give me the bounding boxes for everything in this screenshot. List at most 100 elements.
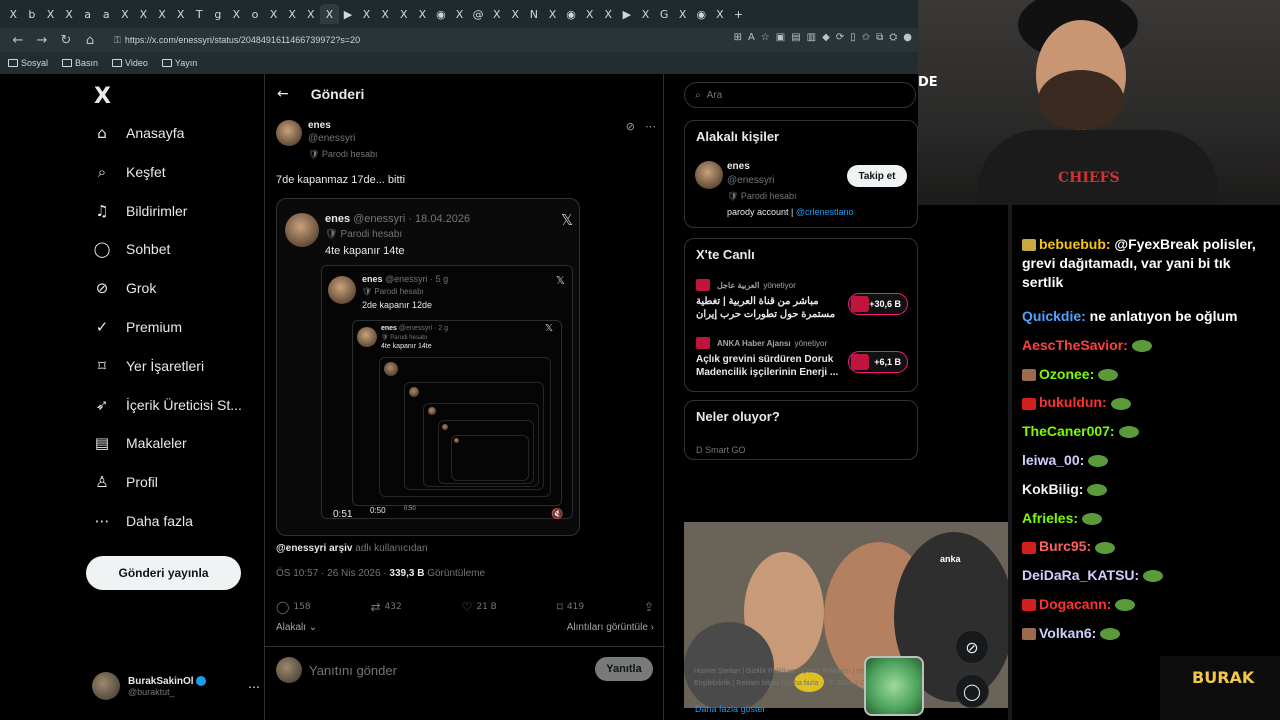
browser-tab[interactable]: X bbox=[41, 4, 60, 24]
browser-tab[interactable]: a bbox=[78, 4, 97, 24]
browser-tab[interactable]: o bbox=[246, 4, 265, 24]
extension-icon[interactable]: ▣ bbox=[776, 32, 785, 43]
browser-tab[interactable]: X bbox=[320, 4, 339, 24]
avatar[interactable] bbox=[276, 120, 302, 146]
bio-link[interactable]: @crlenestlano bbox=[796, 207, 854, 217]
grok-icon[interactable]: ⊘ bbox=[626, 120, 635, 133]
browser-tab[interactable]: X bbox=[543, 4, 562, 24]
browser-tab[interactable]: X bbox=[60, 4, 79, 24]
reply-button[interactable]: Yanıtla bbox=[595, 657, 653, 681]
browser-tab[interactable]: X bbox=[134, 4, 153, 24]
bookmark-folder[interactable]: Yayın bbox=[161, 58, 197, 68]
split-screen-icon[interactable]: ▯ bbox=[850, 32, 856, 43]
chat-username[interactable]: Volkan6: bbox=[1039, 625, 1096, 641]
browser-tab[interactable]: X bbox=[376, 4, 395, 24]
nav-item-grok[interactable]: ⊘ Grok bbox=[92, 279, 157, 297]
chat-username[interactable]: AescTheSavior: bbox=[1022, 337, 1128, 353]
chat-username[interactable]: Dogacann: bbox=[1039, 596, 1111, 612]
grok-float-icon[interactable]: ⊘ bbox=[955, 630, 989, 664]
new-tab-button[interactable]: + bbox=[729, 4, 748, 24]
browser-tab[interactable]: ▶ bbox=[618, 4, 637, 24]
browser-tab[interactable]: X bbox=[636, 4, 655, 24]
x-logo[interactable]: X bbox=[94, 84, 111, 109]
browser-tab[interactable]: X bbox=[413, 4, 432, 24]
browser-tab[interactable]: X bbox=[116, 4, 135, 24]
search-box[interactable]: ⌕ Ara bbox=[684, 82, 916, 108]
extension-icon[interactable]: ⟳ bbox=[836, 32, 844, 43]
chat-username[interactable]: Quickdie: bbox=[1022, 308, 1086, 324]
read-aloud-icon[interactable]: A bbox=[748, 32, 755, 43]
chat-username[interactable]: KokBilig: bbox=[1022, 481, 1083, 497]
chat-username[interactable]: leiwa_00: bbox=[1022, 452, 1084, 468]
follow-button[interactable]: Takip et bbox=[847, 165, 907, 187]
browser-tab[interactable]: X bbox=[487, 4, 506, 24]
like-button[interactable]: ♡ 21 B bbox=[462, 600, 497, 614]
back-arrow-icon[interactable]: ← bbox=[277, 86, 289, 102]
chat-username[interactable]: Ozonee: bbox=[1039, 366, 1094, 382]
browser-tab[interactable]: X bbox=[357, 4, 376, 24]
browser-tab[interactable]: ▶ bbox=[339, 4, 358, 24]
quoted-post[interactable]: enes @enessyri · 18.04.2026 🛡 Parodi hes… bbox=[276, 198, 580, 536]
collections-icon[interactable]: ⧉ bbox=[876, 32, 883, 43]
more-icon[interactable]: ⋯ bbox=[645, 120, 656, 133]
more-icon[interactable]: ⋯ bbox=[248, 680, 260, 694]
reply-button[interactable]: ◯ 158 bbox=[276, 600, 311, 614]
browser-tab[interactable]: X bbox=[673, 4, 692, 24]
forward-icon[interactable]: → bbox=[30, 33, 54, 48]
browser-tab[interactable]: X bbox=[171, 4, 190, 24]
messages-float-icon[interactable]: ◯ bbox=[955, 674, 989, 708]
browser-tab[interactable]: X bbox=[302, 4, 321, 24]
chat-username[interactable]: TheCaner007: bbox=[1022, 423, 1115, 439]
browser-tab[interactable]: X bbox=[394, 4, 413, 24]
browser-tab[interactable]: @ bbox=[469, 4, 488, 24]
reply-input[interactable] bbox=[309, 659, 579, 681]
repost-button[interactable]: ⇄ 432 bbox=[370, 600, 401, 614]
live-item[interactable]: ANKA Haber Ajansı yönetiyor Açlık grevini … bbox=[696, 337, 910, 379]
nav-item-yer-i-şaretleri[interactable]: ⌑ Yer İşaretleri bbox=[92, 357, 204, 375]
browser-tab[interactable]: ◉ bbox=[562, 4, 581, 24]
url-field[interactable]: ⚿ https://x.com/enessyri/status/20484916… bbox=[108, 31, 588, 49]
browser-tab[interactable]: X bbox=[599, 4, 618, 24]
profile-avatar[interactable]: ● bbox=[903, 32, 912, 43]
nav-item-sohbet[interactable]: ◯ Sohbet bbox=[92, 240, 171, 258]
view-quotes-link[interactable]: Alıntıları görüntüle › bbox=[567, 622, 654, 633]
browser-tab[interactable]: X bbox=[580, 4, 599, 24]
related-dropdown[interactable]: Alakalı ⌄ bbox=[276, 622, 317, 633]
browser-tab[interactable]: T bbox=[190, 4, 209, 24]
favorites-icon[interactable]: ✩ bbox=[862, 32, 870, 43]
browser-tab[interactable]: X bbox=[506, 4, 525, 24]
trend-peek[interactable]: D Smart GO bbox=[696, 445, 746, 455]
share-button[interactable]: ⇪ bbox=[644, 600, 654, 614]
browser-tab[interactable]: b bbox=[23, 4, 42, 24]
person-handle[interactable]: @enessyri bbox=[727, 175, 774, 186]
author-name[interactable]: enes bbox=[308, 120, 331, 131]
nav-item-daha-fazla[interactable]: ⋯ Daha fazla bbox=[92, 512, 193, 530]
account-switcher[interactable]: BurakSakinOl @buraktut_ ⋯ bbox=[92, 672, 260, 700]
nav-item-keşfet[interactable]: ⌕ Keşfet bbox=[92, 163, 166, 181]
browser-tab[interactable]: X bbox=[264, 4, 283, 24]
favorite-star-icon[interactable]: ☆ bbox=[761, 32, 770, 43]
extension-icon[interactable]: ▥ bbox=[807, 32, 816, 43]
bookmark-folder[interactable]: Basın bbox=[62, 58, 98, 68]
browser-tab[interactable]: X bbox=[227, 4, 246, 24]
browser-tab[interactable]: G bbox=[655, 4, 674, 24]
post-button[interactable]: Gönderi yayınla bbox=[86, 556, 241, 590]
chat-username[interactable]: Afrieles: bbox=[1022, 510, 1078, 526]
nav-item-i-çerik-üreticisi-st-[interactable]: ➶ İçerik Üreticisi St... bbox=[92, 396, 242, 414]
nav-item-makaleler[interactable]: ▤ Makaleler bbox=[92, 434, 187, 452]
extension-icon[interactable]: ⛭ bbox=[889, 32, 897, 43]
show-more-link[interactable]: Daha fazla göster bbox=[695, 704, 766, 714]
archive-user[interactable]: @enessyri arşiv bbox=[276, 543, 352, 554]
back-icon[interactable]: ← bbox=[6, 33, 30, 48]
browser-tab[interactable]: X bbox=[153, 4, 172, 24]
browser-tab[interactable]: ◉ bbox=[692, 4, 711, 24]
browser-tab[interactable]: g bbox=[209, 4, 228, 24]
bookmark-button[interactable]: ⌑ 419 bbox=[557, 600, 584, 614]
nav-item-premium[interactable]: ✓ Premium bbox=[92, 318, 182, 336]
nav-item-profil[interactable]: ♙ Profil bbox=[92, 473, 158, 491]
bookmark-folder[interactable]: Video bbox=[112, 58, 148, 68]
extension-icon[interactable]: ◆ bbox=[822, 32, 830, 43]
browser-tab[interactable]: N bbox=[525, 4, 544, 24]
mute-icon[interactable]: 🔇 bbox=[551, 509, 563, 520]
browser-tab[interactable]: ◉ bbox=[432, 4, 451, 24]
